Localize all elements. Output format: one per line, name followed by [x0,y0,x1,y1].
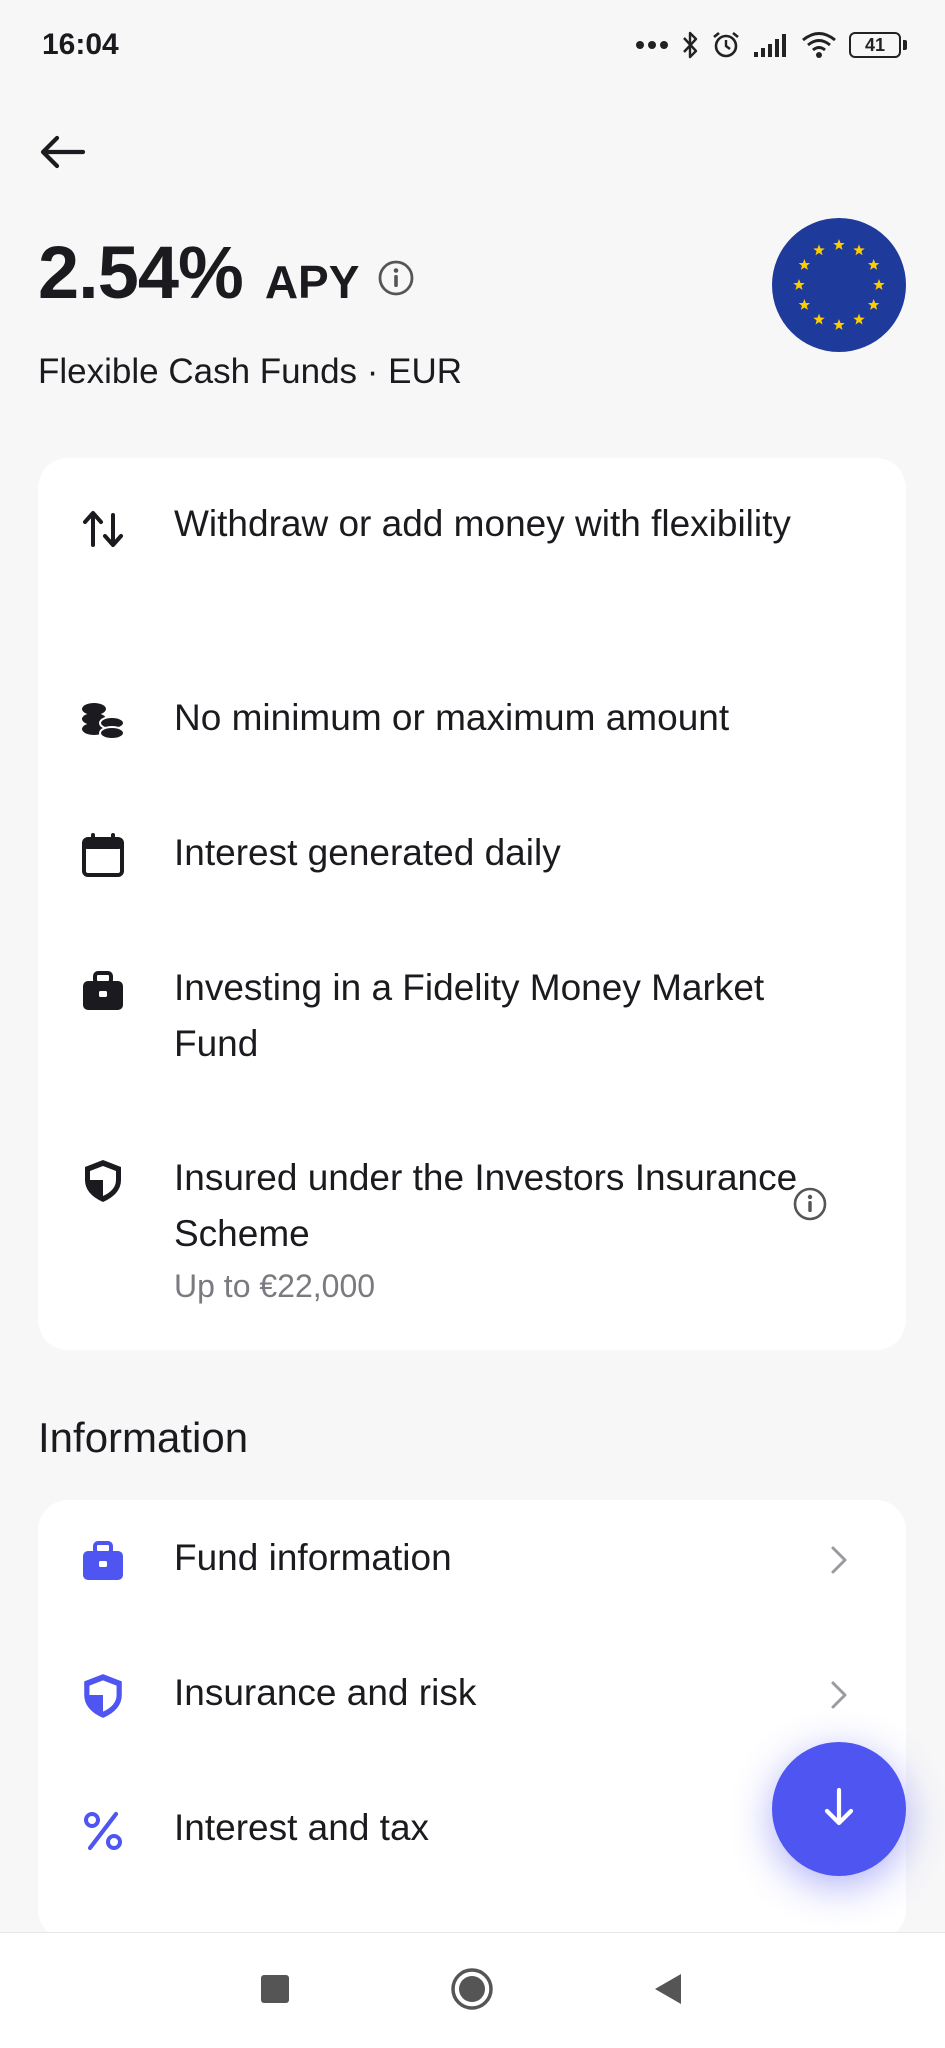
bluetooth-icon [681,30,699,60]
info-row-fund-information[interactable]: Fund information [38,1500,906,1620]
briefcase-icon [80,968,126,1014]
apy-value: 2.54% [38,231,244,314]
shield-icon [78,1671,128,1721]
flag-star [873,279,885,290]
row-label: Interest and tax [174,1807,430,1848]
info-icon[interactable] [790,1184,830,1224]
battery-icon: 41 [849,32,907,58]
flag-star [833,319,845,330]
fund-subtitle: Flexible Cash Funds · EUR [38,352,463,391]
battery-level: 41 [849,32,901,58]
arrows-up-down-icon [80,506,126,552]
feature-text: Investing in a Fidelity Money Market Fun… [174,967,765,1064]
information-card: Fund information Insurance and risk Inte… [38,1500,906,1940]
feature-text: Withdraw or add money with flexibility [174,503,791,544]
apy-label: APY [264,256,360,308]
feature-text: Interest generated daily [174,832,561,873]
section-title: Information [38,1414,249,1461]
circle-icon [449,1966,495,2017]
status-icons: 41 [635,30,907,60]
calendar-icon [80,832,126,878]
briefcase-icon [78,1536,128,1586]
home-button[interactable] [444,1963,500,2019]
flag-star [798,299,811,310]
flag-star [813,244,825,256]
back-nav-button[interactable] [640,1963,696,2019]
chevron-right-icon [824,1677,854,1713]
flag-star [798,259,811,270]
back-button[interactable] [30,122,94,186]
info-row-insurance-and-risk[interactable]: Insurance and risk [38,1635,906,1755]
wifi-icon [801,31,837,59]
battery-tip [903,40,907,50]
navigation-bar [0,1932,945,2048]
arrow-left-icon [39,135,86,174]
feature-subtext: Up to €22,000 [174,1268,376,1304]
feature-text: Insured under the Investors Insurance Sc… [174,1150,854,1308]
chevron-right-icon [824,1542,854,1578]
status-bar: 16:04 41 [0,0,945,90]
recent-apps-button[interactable] [247,1963,303,2019]
coins-icon [80,698,126,744]
more-dots-icon [635,40,669,50]
row-label: Insurance and risk [174,1672,477,1713]
flag-star [833,239,845,250]
flag-star [853,313,865,325]
alarm-icon [711,30,741,60]
row-label: Fund information [174,1537,452,1578]
percent-icon [78,1806,128,1856]
shield-icon [80,1158,126,1204]
triangle-back-icon [652,1972,684,2011]
arrow-down-icon [821,1786,857,1833]
square-icon [260,1974,290,2009]
info-icon[interactable] [377,259,415,297]
scroll-down-button[interactable] [772,1742,906,1876]
apy-header: 2.54% APY [38,230,415,315]
page: 16:04 41 2.54% APY Flexible Cash Funds ·… [0,0,945,2048]
flag-star [813,313,825,325]
flag-star [867,299,880,310]
features-card: Withdraw or add money with flexibility N… [38,458,906,1350]
eu-flag-icon [772,218,906,352]
flag-star [793,279,805,290]
flag-star [867,259,880,270]
feature-text: No minimum or maximum amount [174,697,730,738]
flag-star [853,244,865,256]
signal-icon [753,32,789,58]
feature-title: Insured under the Investors Insurance Sc… [174,1157,798,1254]
status-time: 16:04 [42,28,119,61]
